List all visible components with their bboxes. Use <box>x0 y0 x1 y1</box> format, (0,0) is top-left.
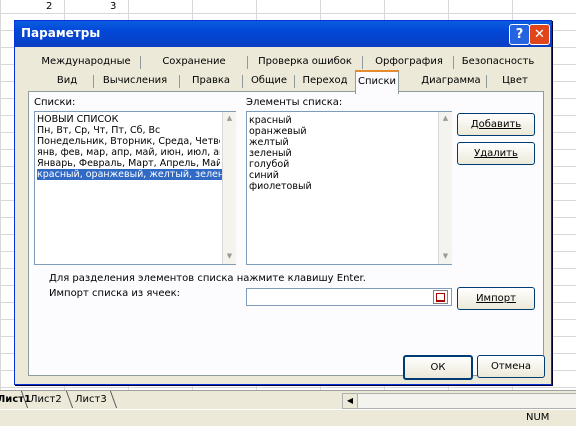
help-icon: ? <box>515 27 524 42</box>
help-button[interactable]: ? <box>509 24 530 45</box>
lists-label: Списки: <box>34 97 76 108</box>
scroll-up-icon[interactable]: ▲ <box>439 112 452 125</box>
tab-calculation[interactable]: Вычисления <box>97 72 173 90</box>
title-bar[interactable]: Параметры ? ✕ <box>15 21 551 47</box>
tab-separator <box>93 75 94 88</box>
tab-color[interactable]: Цвет <box>493 72 537 90</box>
tab-edit[interactable]: Правка <box>183 72 239 90</box>
tab-row-top: Международные Сохранение Проверка ошибок… <box>29 53 541 71</box>
ok-button-label: ОК <box>430 362 446 373</box>
tab-error-checking[interactable]: Проверка ошибок <box>255 53 355 71</box>
entry-item: желтый <box>249 137 289 148</box>
sheet-tab[interactable]: Лист3 <box>72 391 110 408</box>
list-item[interactable]: Январь, Февраль, Март, Апрель, Май, И <box>37 158 220 169</box>
list-item-selected[interactable]: красный, оранжевый, желтый, зеленый <box>37 169 222 180</box>
list-item[interactable]: Понедельник, Вторник, Среда, Четверг, <box>37 136 220 147</box>
status-bar: NUM <box>0 409 576 426</box>
add-button[interactable]: Добавить <box>457 113 535 136</box>
horizontal-scrollbar[interactable]: ◀ <box>342 393 576 409</box>
list-item[interactable]: НОВЫЙ СПИСОК <box>37 114 220 125</box>
tab-general[interactable]: Общие <box>246 72 292 90</box>
import-label: Импорт списка из ячеек: <box>49 288 181 299</box>
tab-international[interactable]: Международные <box>41 53 131 71</box>
options-dialog: Параметры ? ✕ Международные Сохранение П… <box>14 20 552 385</box>
cancel-button-label: Отмена <box>490 361 532 372</box>
tab-spelling[interactable]: Орфография <box>369 53 449 71</box>
delete-button[interactable]: Удалить <box>457 142 535 165</box>
ok-button[interactable]: ОК <box>403 355 473 380</box>
tab-chart[interactable]: Диаграмма <box>417 72 485 90</box>
delete-button-label: Удалить <box>474 148 518 159</box>
add-button-label: Добавить <box>470 119 522 130</box>
import-button-label: Импорт <box>476 293 516 304</box>
tab-transition[interactable]: Переход <box>297 72 353 90</box>
close-icon: ✕ <box>534 27 545 42</box>
tab-separator <box>453 56 454 69</box>
scroll-left-icon[interactable]: ◀ <box>343 394 358 408</box>
entry-item: красный <box>249 115 292 126</box>
cancel-button[interactable]: Отмена <box>477 355 545 378</box>
tab-separator <box>247 56 248 69</box>
sheet-tab[interactable]: Лист2 <box>27 391 65 408</box>
entry-item: фиолетовый <box>249 181 312 192</box>
custom-lists-box[interactable]: НОВЫЙ СПИСОК Пн, Вт, Ср, Чт, Пт, Сб, Вс … <box>34 111 236 265</box>
entry-item: зеленый <box>249 148 292 159</box>
tab-separator <box>486 75 487 88</box>
list-entries-box[interactable]: красный оранжевый желтый зеленый голубой… <box>246 111 452 265</box>
collapse-dialog-icon[interactable] <box>433 290 448 304</box>
tab-separator <box>294 75 295 88</box>
tab-row-bottom: Вид Вычисления Правка Общие Переход Диаг… <box>29 72 541 90</box>
entries-label: Элементы списка: <box>246 97 343 108</box>
cell-value[interactable]: 2 <box>46 1 52 12</box>
import-range-input[interactable] <box>246 288 452 306</box>
list-item[interactable]: Пн, Вт, Ср, Чт, Пт, Сб, Вс <box>37 125 220 136</box>
tab-separator <box>362 56 363 69</box>
entry-item: синий <box>249 170 279 181</box>
entries-scrollbar[interactable]: ▲ ▼ <box>438 112 452 264</box>
sheet-tab-bar: Лист1 Лист2 Лист3 ◀ <box>0 390 576 410</box>
scroll-down-icon[interactable]: ▼ <box>223 250 236 263</box>
import-button[interactable]: Импорт <box>457 287 535 310</box>
tab-save[interactable]: Сохранение <box>149 53 239 71</box>
enter-hint: Для разделения элементов списка нажмите … <box>49 273 366 284</box>
list-item[interactable]: янв, фев, мар, апр, май, июн, июл, авг, <box>37 147 220 158</box>
tab-separator <box>242 75 243 88</box>
scroll-up-icon[interactable]: ▲ <box>223 112 236 125</box>
entry-item: оранжевый <box>249 126 307 137</box>
tab-divider <box>109 391 119 408</box>
dialog-title: Параметры <box>21 26 101 40</box>
close-button[interactable]: ✕ <box>529 24 550 45</box>
num-lock-indicator: NUM <box>526 412 550 423</box>
tab-security[interactable]: Безопасность <box>457 53 539 71</box>
entry-item: голубой <box>249 159 290 170</box>
lists-scrollbar[interactable]: ▲ ▼ <box>222 112 236 264</box>
tab-view[interactable]: Вид <box>51 72 83 90</box>
scroll-down-icon[interactable]: ▼ <box>439 250 452 263</box>
cell-value[interactable]: 3 <box>110 1 116 12</box>
tab-lists[interactable]: Списки <box>355 70 399 94</box>
tab-separator <box>140 56 141 69</box>
tab-separator <box>179 75 180 88</box>
